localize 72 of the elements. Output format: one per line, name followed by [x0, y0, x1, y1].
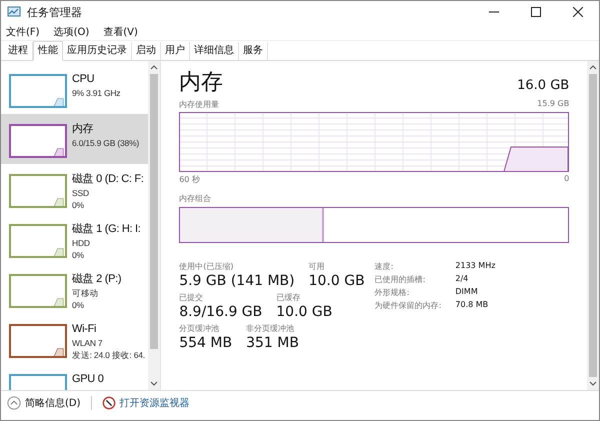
spec-value: 2133 MHz [455, 261, 496, 272]
menu-item[interactable]: 查看(V) [103, 24, 138, 38]
scroll-up-icon[interactable] [150, 65, 158, 70]
device-name: CPU [72, 72, 96, 87]
device-stat: 可移动 [72, 287, 100, 299]
scroll-down-icon[interactable] [150, 381, 158, 386]
sidebar-item[interactable]: Wi-Fi WLAN 7 发送: 24.0 接收: 64. [1, 314, 148, 364]
stat-label: 使用中(已压缩) [179, 261, 234, 272]
sidebar-item[interactable]: 磁盘 2 (P:) 可移动 0% [1, 264, 148, 314]
spec-label: 速度: [374, 261, 394, 272]
scroll-down-icon[interactable] [589, 381, 598, 386]
stat-value: 10.0 GB [308, 272, 365, 290]
spec-value: 70.8 MB [455, 300, 490, 311]
device-name: Wi-Fi [72, 322, 98, 337]
device-stat: 发送: 24.0 接收: 64. [72, 349, 145, 361]
chart-label: 内存使用量 [179, 99, 220, 110]
spec-value: DIMM [455, 287, 479, 298]
device-stat: WLAN 7 [72, 337, 104, 349]
device-stat: 0% [72, 199, 85, 211]
device-stat: 0% [72, 299, 85, 311]
spec-value: 2/4 [455, 274, 470, 285]
sidebar-item[interactable]: 磁盘 0 (D: C: F: SSD 0% [1, 164, 148, 214]
scrollbar[interactable] [148, 61, 160, 390]
stat-label: 非分页缓冲池 [246, 323, 296, 334]
monitor-icon [102, 396, 116, 410]
device-name: 磁盘 0 (D: C: F: [72, 172, 144, 187]
sidebar-item[interactable]: 内存 6.0/15.9 GB (38%) [1, 114, 148, 164]
spec-label: 为硬件保留的内存: [374, 300, 442, 311]
spec-label: 外形规格: [374, 287, 410, 298]
tab[interactable]: 服务 [239, 42, 268, 60]
device-stat: 6.0/15.9 GB (38%) [72, 137, 139, 149]
device-stat: 0% [72, 249, 85, 261]
tab[interactable]: 用户 [161, 42, 190, 60]
stat-label: 分页缓冲池 [179, 323, 220, 334]
device-stat: SSD [72, 187, 90, 199]
chart-max: 15.9 GB [537, 99, 570, 110]
scroll-up-icon[interactable] [589, 65, 598, 70]
device-stat: HDD [72, 237, 91, 249]
stat-label: 已提交 [179, 292, 204, 303]
device-name: 磁盘 1 (G: H: I: [72, 222, 141, 237]
device-stat: 9% 3.91 GHz [72, 87, 120, 99]
stat-label: 可用 [308, 261, 326, 272]
fewer-details-link[interactable]: 简略信息(D) [25, 396, 81, 410]
device-name: GPU 0 [72, 372, 104, 387]
collapse-icon[interactable] [7, 396, 21, 410]
total-memory: 16.0 GB [517, 78, 570, 93]
stat-value: 10.0 GB [276, 303, 332, 321]
menu-item[interactable]: 文件(F) [6, 24, 40, 38]
menu-item[interactable]: 选项(O) [54, 24, 90, 38]
section-title: 内存 [179, 69, 224, 97]
stat-value: 351 MB [246, 334, 299, 352]
sidebar-item[interactable]: CPU 9% 3.91 GHz [1, 64, 148, 114]
device-name: 磁盘 2 (P:) [72, 272, 122, 287]
resource-monitor-link[interactable]: 打开资源监视器 [120, 396, 190, 410]
device-name: 内存 [72, 122, 94, 137]
spec-label: 已使用的插槽: [374, 274, 426, 285]
sidebar-item[interactable]: 磁盘 1 (G: H: I: HDD 0% [1, 214, 148, 264]
tab[interactable]: 详细信息 [190, 42, 239, 60]
time-label: 60 秒 [179, 174, 200, 185]
scrollbar[interactable] [587, 61, 599, 390]
stat-value: 554 MB [179, 334, 232, 352]
tab[interactable]: 启动 [132, 42, 161, 60]
chart-label: 内存组合 [179, 193, 212, 204]
app-icon [7, 6, 21, 18]
stat-label: 已缓存 [276, 292, 302, 303]
window-title: 任务管理器 [27, 4, 82, 20]
stat-value: 5.9 GB (141 MB) [179, 272, 295, 290]
time-label: 0 [564, 174, 570, 185]
tab[interactable]: 应用历史记录 [63, 42, 132, 60]
stat-value: 8.9/16.9 GB [179, 303, 262, 321]
tab[interactable]: 性能 [33, 41, 63, 61]
sidebar-item[interactable]: GPU 0 [1, 364, 148, 390]
